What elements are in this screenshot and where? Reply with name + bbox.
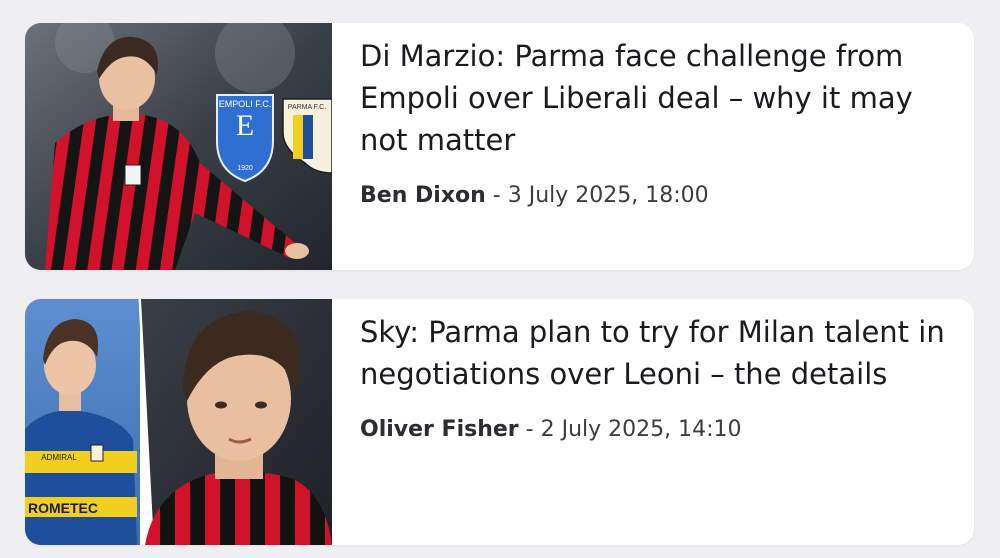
article-card[interactable]: EMPOLI F.C. E 1920 PARMA F.C. Di Marzio:… xyxy=(25,23,974,270)
meta-separator: - xyxy=(518,417,541,442)
article-card[interactable]: ADMIRAL ROMETEC Sky: Parma plan to try f… xyxy=(25,299,974,545)
article-headline[interactable]: Sky: Parma plan to try for Milan talent … xyxy=(360,311,962,395)
article-meta: Ben Dixon - 3 July 2025, 18:00 xyxy=(360,181,962,211)
thumbnail-image: EMPOLI F.C. E 1920 PARMA F.C. xyxy=(25,23,332,270)
article-date: 2 July 2025, 14:10 xyxy=(540,417,742,442)
article-author[interactable]: Oliver Fisher xyxy=(360,417,519,442)
svg-text:E: E xyxy=(236,109,254,142)
svg-text:ROMETEC: ROMETEC xyxy=(28,500,98,516)
meta-separator: - xyxy=(485,183,508,208)
svg-text:ADMIRAL: ADMIRAL xyxy=(41,453,77,462)
empoli-badge-icon: EMPOLI F.C. E 1920 xyxy=(216,94,274,183)
svg-text:1920: 1920 xyxy=(237,165,253,172)
article-meta: Oliver Fisher - 2 July 2025, 14:10 xyxy=(360,415,962,445)
article-body: Di Marzio: Parma face challenge from Emp… xyxy=(332,23,974,270)
news-feed: EMPOLI F.C. E 1920 PARMA F.C. Di Marzio:… xyxy=(0,0,1000,558)
thumbnail-image: ADMIRAL ROMETEC xyxy=(25,299,332,545)
article-thumbnail[interactable]: EMPOLI F.C. E 1920 PARMA F.C. xyxy=(25,23,332,270)
article-body: Sky: Parma plan to try for Milan talent … xyxy=(332,299,974,545)
svg-text:PARMA F.C.: PARMA F.C. xyxy=(288,104,326,111)
article-date: 3 July 2025, 18:00 xyxy=(507,183,709,208)
svg-text:EMPOLI F.C.: EMPOLI F.C. xyxy=(219,99,272,109)
article-headline[interactable]: Di Marzio: Parma face challenge from Emp… xyxy=(360,35,962,161)
article-author[interactable]: Ben Dixon xyxy=(360,183,486,208)
article-thumbnail[interactable]: ADMIRAL ROMETEC xyxy=(25,299,332,545)
